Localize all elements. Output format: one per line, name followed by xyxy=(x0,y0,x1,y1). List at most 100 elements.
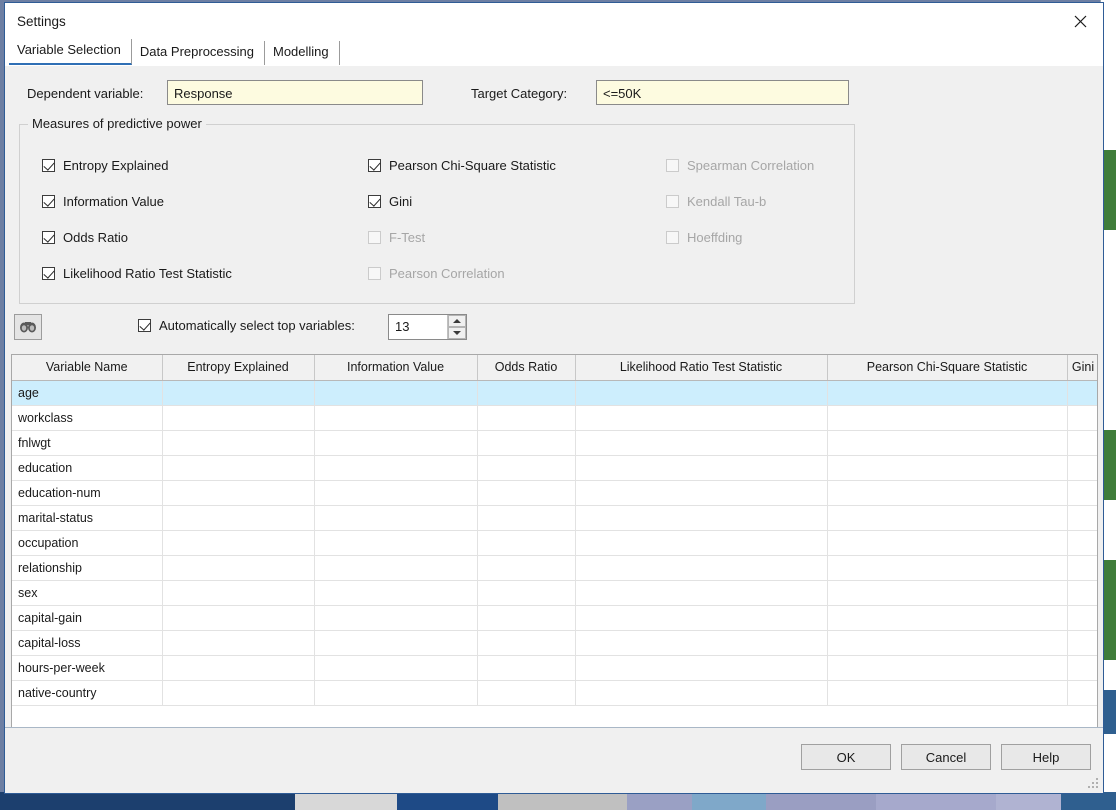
table-cell xyxy=(575,380,827,405)
table-cell xyxy=(827,605,1067,630)
cell-variable-name: education-num xyxy=(12,480,162,505)
taskbar-item[interactable] xyxy=(627,792,692,810)
table-cell xyxy=(575,680,827,705)
stepper-buttons xyxy=(447,315,466,339)
taskbar-item[interactable] xyxy=(397,792,498,810)
tab-modelling[interactable]: Modelling xyxy=(265,41,340,65)
top-variables-stepper[interactable]: 13 xyxy=(388,314,467,340)
table-row[interactable]: capital-loss xyxy=(12,630,1098,655)
measures-group-legend: Measures of predictive power xyxy=(28,116,206,131)
table-cell xyxy=(575,455,827,480)
column-header-gini[interactable]: Gini xyxy=(1067,355,1098,380)
column-header-variable-name[interactable]: Variable Name xyxy=(12,355,162,380)
checkbox-icon xyxy=(666,159,679,172)
table-row[interactable]: sex xyxy=(12,580,1098,605)
tab-data-preprocessing[interactable]: Data Preprocessing xyxy=(132,41,265,65)
table-row[interactable]: occupation xyxy=(12,530,1098,555)
column-header-likelihood-ratio-test-statistic[interactable]: Likelihood Ratio Test Statistic xyxy=(575,355,827,380)
taskbar-item[interactable] xyxy=(498,792,627,810)
tab-variable-selection[interactable]: Variable Selection xyxy=(9,39,132,65)
variables-table-container[interactable]: Variable Name Entropy Explained Informat… xyxy=(11,354,1098,734)
cell-variable-name: education xyxy=(12,455,162,480)
table-cell xyxy=(575,580,827,605)
table-row[interactable]: education-num xyxy=(12,480,1098,505)
taskbar-item[interactable] xyxy=(0,792,295,810)
close-icon[interactable] xyxy=(1057,3,1103,39)
resize-grip[interactable] xyxy=(1088,778,1100,790)
taskbar-item[interactable] xyxy=(996,792,1061,810)
taskbar-item[interactable] xyxy=(1061,792,1116,810)
checkbox-pearson-chi-square-statistic[interactable]: Pearson Chi-Square Statistic xyxy=(368,147,556,183)
table-row[interactable]: native-country xyxy=(12,680,1098,705)
cell-variable-name: capital-loss xyxy=(12,630,162,655)
tab-label: Variable Selection xyxy=(17,42,121,57)
column-header-pearson-chi-square-statistic[interactable]: Pearson Chi-Square Statistic xyxy=(827,355,1067,380)
table-cell xyxy=(1067,530,1098,555)
table-cell xyxy=(162,630,314,655)
cancel-button[interactable]: Cancel xyxy=(901,744,991,770)
checkbox-entropy-explained[interactable]: Entropy Explained xyxy=(42,147,232,183)
tab-bar: Variable Selection Data Preprocessing Mo… xyxy=(5,41,1103,65)
cell-variable-name: workclass xyxy=(12,405,162,430)
table-cell xyxy=(827,405,1067,430)
table-row[interactable]: fnlwgt xyxy=(12,430,1098,455)
table-row[interactable]: marital-status xyxy=(12,505,1098,530)
measures-column-3: Spearman Correlation Kendall Tau-b Hoeff… xyxy=(666,147,814,255)
table-row[interactable]: hours-per-week xyxy=(12,655,1098,680)
taskbar-item[interactable] xyxy=(766,792,877,810)
table-cell xyxy=(477,680,575,705)
checkbox-label: Spearman Correlation xyxy=(687,158,814,173)
table-cell xyxy=(162,430,314,455)
taskbar-item[interactable] xyxy=(692,792,766,810)
ok-button[interactable]: OK xyxy=(801,744,891,770)
checkbox-likelihood-ratio-test-statistic[interactable]: Likelihood Ratio Test Statistic xyxy=(42,255,232,291)
checkbox-icon xyxy=(666,195,679,208)
table-cell xyxy=(827,455,1067,480)
top-variables-input[interactable]: 13 xyxy=(389,315,447,339)
checkbox-icon xyxy=(368,195,381,208)
table-row[interactable]: workclass xyxy=(12,405,1098,430)
table-cell xyxy=(477,405,575,430)
table-row[interactable]: education xyxy=(12,455,1098,480)
taskbar-item[interactable] xyxy=(876,792,996,810)
table-cell xyxy=(575,605,827,630)
help-button[interactable]: Help xyxy=(1001,744,1091,770)
taskbar[interactable] xyxy=(0,792,1116,810)
checkbox-information-value[interactable]: Information Value xyxy=(42,183,232,219)
column-header-information-value[interactable]: Information Value xyxy=(314,355,477,380)
table-row[interactable]: capital-gain xyxy=(12,605,1098,630)
column-header-odds-ratio[interactable]: Odds Ratio xyxy=(477,355,575,380)
checkbox-auto-select-top-variables[interactable]: Automatically select top variables: xyxy=(138,318,355,333)
table-cell xyxy=(1067,655,1098,680)
table-cell xyxy=(575,555,827,580)
caret-up-icon[interactable] xyxy=(448,315,466,327)
table-cell xyxy=(314,655,477,680)
checkbox-label: Kendall Tau-b xyxy=(687,194,766,209)
taskbar-item[interactable] xyxy=(295,792,396,810)
table-cell xyxy=(1067,380,1098,405)
table-cell xyxy=(162,455,314,480)
target-category-input[interactable]: <=50K xyxy=(596,80,849,105)
table-cell xyxy=(575,630,827,655)
column-header-entropy-explained[interactable]: Entropy Explained xyxy=(162,355,314,380)
checkbox-spearman-correlation: Spearman Correlation xyxy=(666,147,814,183)
checkbox-label: Likelihood Ratio Test Statistic xyxy=(63,266,232,281)
table-cell xyxy=(314,505,477,530)
dialog-footer: OK Cancel Help xyxy=(5,727,1103,793)
settings-dialog: Settings Variable Selection Data Preproc… xyxy=(4,2,1104,794)
checkbox-gini[interactable]: Gini xyxy=(368,183,556,219)
checkbox-label: Information Value xyxy=(63,194,164,209)
cell-variable-name: native-country xyxy=(12,680,162,705)
table-cell xyxy=(1067,405,1098,430)
cell-variable-name: capital-gain xyxy=(12,605,162,630)
checkbox-f-test: F-Test xyxy=(368,219,556,255)
table-cell xyxy=(575,405,827,430)
table-row[interactable]: age xyxy=(12,380,1098,405)
binoculars-icon[interactable] xyxy=(14,314,42,340)
table-row[interactable]: relationship xyxy=(12,555,1098,580)
caret-down-icon[interactable] xyxy=(448,327,466,339)
dependent-variable-input[interactable]: Response xyxy=(167,80,423,105)
table-cell xyxy=(575,530,827,555)
checkbox-odds-ratio[interactable]: Odds Ratio xyxy=(42,219,232,255)
auto-select-row: Automatically select top variables: 13 xyxy=(5,314,1103,346)
